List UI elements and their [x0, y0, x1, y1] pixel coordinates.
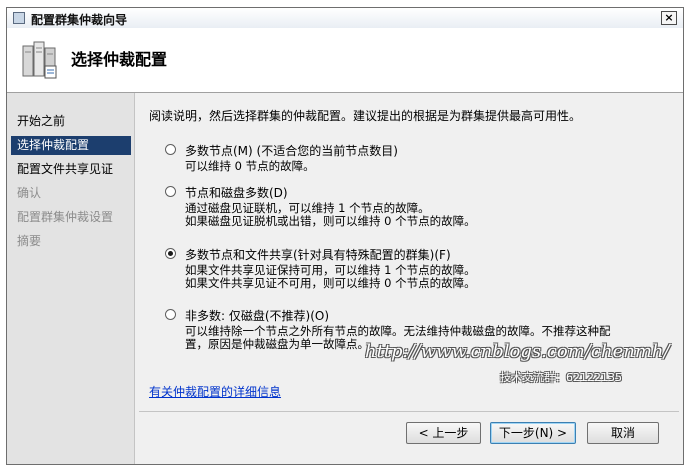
back-button[interactable]: < 上一步 [406, 422, 481, 444]
step-confirm: 确认 [17, 186, 42, 200]
radio-disk-only[interactable] [165, 309, 176, 320]
desc-line: 如果文件共享见证不可用，则可以维持 0 个节点的故障。 [185, 276, 476, 290]
desc-line: 如果磁盘见证脱机或出错，则可以维持 0 个节点的故障。 [185, 214, 476, 228]
desc-line: 可以维持 0 节点的故障。 [185, 159, 315, 173]
option-label[interactable]: 多数节点和文件共享(针对具有特殊配置的群集)(F) [185, 246, 451, 263]
cancel-button[interactable]: 取消 [587, 422, 659, 444]
main-panel: 阅读说明，然后选择群集的仲裁配置。建议提出的根据是为群集提供最高可用性。 多数节… [135, 93, 683, 464]
step-summary: 摘要 [17, 234, 42, 248]
step-select-quorum[interactable]: 选择仲裁配置 [11, 136, 131, 155]
radio-node-disk-majority[interactable] [165, 186, 176, 197]
option-label[interactable]: 非多数: 仅磁盘(不推荐)(O) [185, 307, 329, 324]
watermark-group: 技术交流群：62122135 [500, 371, 622, 384]
watermark-url: http://www.cnblogs.com/chenmh/ [365, 341, 670, 362]
radio-node-file-share[interactable] [165, 248, 176, 259]
wizard-steps: 开始之前 选择仲裁配置 配置文件共享见证 确认 配置群集仲裁设置 摘要 [7, 93, 135, 464]
radio-node-majority[interactable] [165, 144, 176, 155]
intro-text: 阅读说明，然后选择群集的仲裁配置。建议提出的根据是为群集提供最高可用性。 [149, 109, 582, 123]
cluster-icon [22, 41, 57, 79]
step-file-share-witness[interactable]: 配置文件共享见证 [11, 160, 131, 179]
quorum-info-link[interactable]: 有关仲裁配置的详细信息 [149, 383, 281, 400]
step-before-you-begin[interactable]: 开始之前 [11, 112, 131, 131]
button-separator [139, 411, 679, 412]
step-configure-quorum: 配置群集仲裁设置 [17, 210, 114, 224]
next-button[interactable]: 下一步(N) > [490, 422, 576, 444]
window-title: 配置群集仲裁向导 [31, 13, 128, 27]
option-label[interactable]: 多数节点(M) (不适合您的当前节点数目) [185, 142, 398, 159]
option-desc-node-majority: 可以维持 0 节点的故障。 [185, 160, 315, 173]
wizard-window: 配置群集仲裁向导 × 选择仲裁配置 开始之前 选择仲裁配置 配置文件共享见证 确… [6, 7, 684, 465]
close-icon[interactable]: × [661, 11, 677, 25]
option-label[interactable]: 节点和磁盘多数(D) [185, 184, 288, 201]
option-desc-node-file-share: 如果文件共享见证保持可用，可以维持 1 个节点的故障。 如果文件共享见证不可用，… [185, 264, 476, 290]
option-desc-node-disk-majority: 通过磁盘见证联机，可以维持 1 个节点的故障。 如果磁盘见证脱机或出错，则可以维… [185, 202, 476, 228]
wizard-header: 选择仲裁配置 [7, 28, 683, 93]
title-bar: 配置群集仲裁向导 × [7, 8, 683, 29]
app-icon [13, 12, 25, 24]
page-title: 选择仲裁配置 [71, 50, 168, 69]
